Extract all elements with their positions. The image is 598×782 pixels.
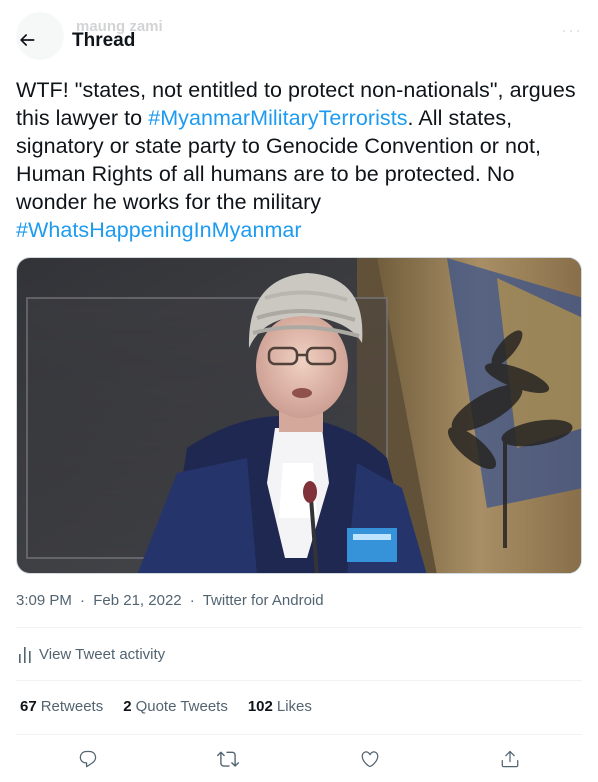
meta-separator: · xyxy=(80,592,86,609)
likes-stat[interactable]: 102 Likes xyxy=(248,698,312,715)
tweet-date[interactable]: Feb 21, 2022 xyxy=(93,592,181,609)
view-tweet-activity-link[interactable]: View Tweet activity xyxy=(16,646,165,663)
back-button[interactable] xyxy=(12,25,42,55)
bar-chart-icon xyxy=(19,646,31,663)
retweets-label: Retweets xyxy=(40,698,104,715)
retweet-button[interactable] xyxy=(211,744,245,774)
share-button[interactable] xyxy=(493,744,527,774)
tweet-source[interactable]: Twitter for Android xyxy=(203,592,324,609)
quote-tweets-label: Quote Tweets xyxy=(135,698,228,715)
likes-count: 102 xyxy=(247,698,273,715)
page-title: Thread xyxy=(72,30,136,51)
engagement-stats: 67 Retweets 2 Quote Tweets 102 Likes xyxy=(20,698,332,715)
activity-label: View Tweet activity xyxy=(39,646,166,663)
share-upload-icon xyxy=(501,750,519,768)
divider xyxy=(16,627,582,628)
quote-tweets-stat[interactable]: 2 Quote Tweets xyxy=(123,698,228,715)
tweet-action-bar xyxy=(0,744,598,774)
divider xyxy=(16,680,582,681)
arrow-left-icon xyxy=(20,34,35,46)
tweet-meta: 3:09 PM · Feb 21, 2022 · Twitter for And… xyxy=(16,592,324,609)
heart-icon xyxy=(361,751,379,768)
tweet-text: WTF! "states, not entitled to protect no… xyxy=(16,76,582,244)
tweet-time[interactable]: 3:09 PM xyxy=(16,592,72,609)
courtroom-photo xyxy=(17,258,581,573)
reply-button[interactable] xyxy=(71,744,105,774)
tweet-media-image[interactable] xyxy=(16,257,582,574)
likes-label: Likes xyxy=(276,698,312,715)
retweets-count: 67 xyxy=(20,698,37,715)
like-button[interactable] xyxy=(353,744,387,774)
thread-header: Thread xyxy=(0,0,598,82)
retweets-stat[interactable]: 67 Retweets xyxy=(20,698,103,715)
hashtag-link[interactable]: #WhatsHappeningInMyanmar xyxy=(16,218,302,242)
divider xyxy=(16,734,582,735)
quote-tweets-count: 2 xyxy=(123,698,132,715)
speech-bubble-icon xyxy=(79,750,97,768)
hashtag-link[interactable]: #MyanmarMilitaryTerrorists xyxy=(148,106,407,130)
meta-separator: · xyxy=(189,592,195,609)
retweet-arrows-icon xyxy=(217,751,239,767)
